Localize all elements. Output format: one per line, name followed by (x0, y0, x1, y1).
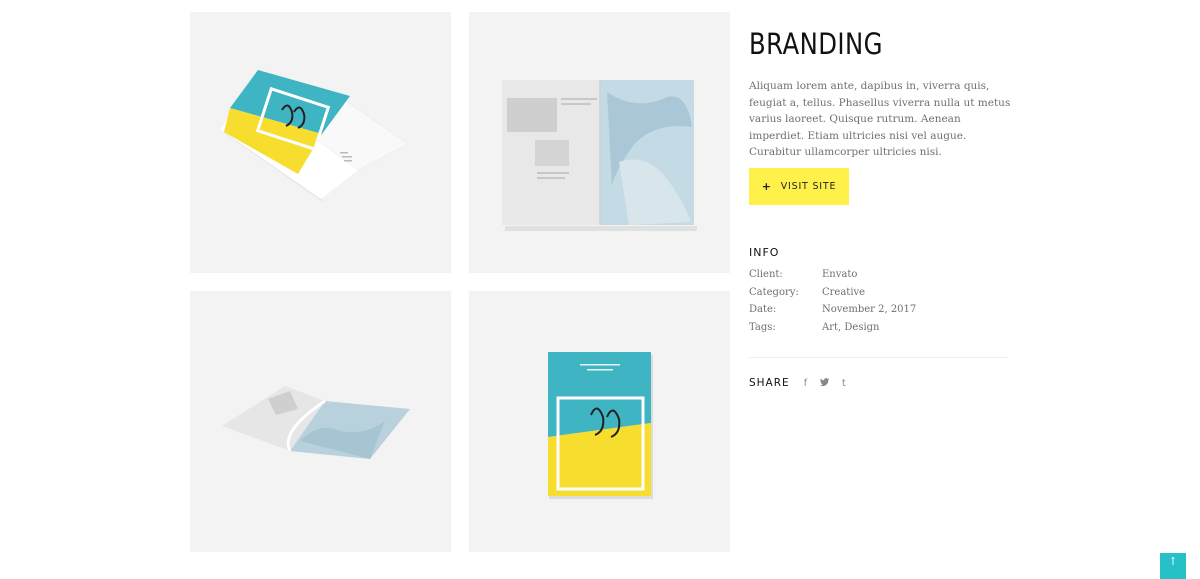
visit-site-button[interactable]: + VISIT SITE (749, 168, 849, 205)
info-row-client: Client: Envato (749, 269, 916, 287)
info-row-tags: Tags: Art, Design (749, 322, 916, 340)
info-row-category: Category: Creative (749, 287, 916, 305)
tumblr-icon[interactable]: t (842, 378, 846, 389)
gallery-image-cover[interactable] (469, 291, 730, 552)
info-row-date: Date: November 2, 2017 (749, 304, 916, 322)
info-key: Client: (749, 269, 783, 280)
divider (749, 357, 1009, 358)
twitter-icon[interactable] (820, 377, 830, 389)
info-value: Envato (822, 269, 858, 280)
info-value: Art, Design (822, 322, 880, 334)
info-value: Creative (822, 286, 866, 298)
info-value: November 2, 2017 (822, 304, 917, 316)
share-label: SHARE (749, 377, 790, 389)
info-key: Tags: (749, 322, 776, 334)
gallery-image-magazine-spread[interactable] (469, 12, 730, 273)
share-bar: SHARE f t (749, 377, 859, 389)
info-key: Date: (749, 304, 777, 316)
info-table: Client: Envato Category: Creative Date: … (749, 269, 916, 340)
arrow-up-icon: ↑ (1168, 555, 1178, 568)
gallery-image-brochure-open[interactable] (190, 12, 451, 273)
project-title: BRANDING (749, 27, 883, 61)
project-description: Aliquam lorem ante, dapibus in, viverra … (749, 80, 1011, 158)
scroll-to-top-button[interactable]: ↑ (1160, 553, 1186, 579)
plus-icon: + (761, 180, 772, 193)
gallery-image-magazine-angled[interactable] (190, 291, 451, 552)
info-heading: INFO (749, 246, 780, 259)
visit-site-label: VISIT SITE (780, 181, 837, 192)
info-key: Category: (749, 286, 799, 298)
facebook-icon[interactable]: f (804, 378, 807, 389)
